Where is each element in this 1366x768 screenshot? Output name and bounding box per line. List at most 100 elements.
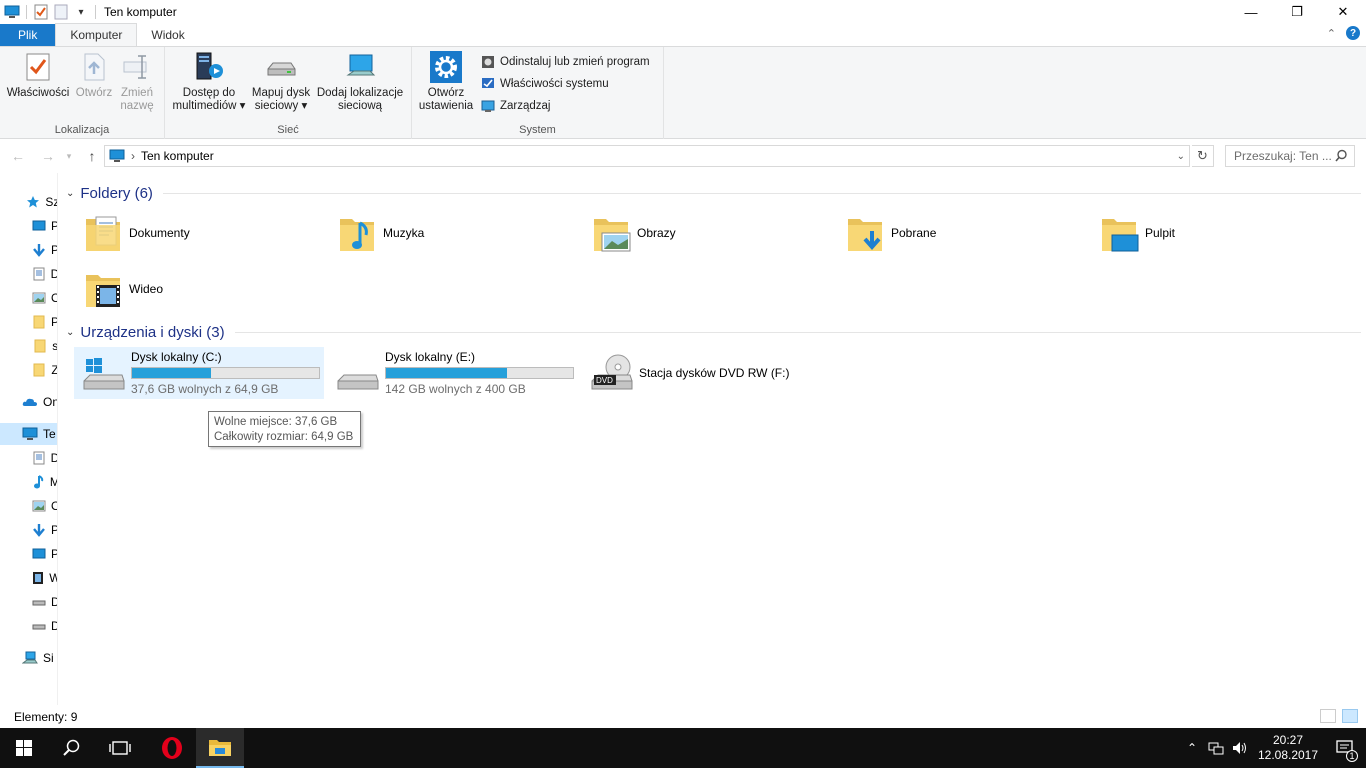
- folders-section-header[interactable]: ⌄ Foldery (6): [66, 183, 1361, 203]
- folder-item-music[interactable]: Muzyka: [338, 209, 578, 257]
- volume-icon[interactable]: [1228, 741, 1252, 755]
- sidebar-item[interactable]: O: [0, 495, 57, 517]
- properties-quick-icon[interactable]: [31, 2, 51, 22]
- manage-button[interactable]: Zarządzaj: [480, 97, 551, 115]
- star-icon: [26, 194, 40, 210]
- address-field[interactable]: › Ten komputer ⌄: [104, 145, 1190, 167]
- windows-drive-icon: [80, 351, 126, 395]
- drive-icon: [32, 594, 46, 610]
- document-icon: [32, 266, 46, 282]
- search-input[interactable]: Przeszukaj: Ten ...: [1225, 145, 1355, 167]
- computer-icon[interactable]: [2, 2, 22, 22]
- system-properties-button[interactable]: Właściwości systemu: [480, 75, 609, 93]
- minimize-button[interactable]: —: [1228, 0, 1274, 24]
- tab-view[interactable]: Widok: [137, 24, 198, 46]
- sidebar-item-label: P: [51, 523, 57, 537]
- devices-section-header[interactable]: ⌄ Urządzenia i dyski (3): [66, 322, 1361, 342]
- drive-icon: [32, 618, 46, 634]
- clock[interactable]: 20:27 12.08.2017: [1256, 733, 1320, 763]
- sidebar-item-label: D: [51, 267, 57, 281]
- settings-gear-icon: [430, 51, 462, 83]
- open-button[interactable]: Otwórz: [72, 51, 116, 100]
- sidebar-item[interactable]: Si: [0, 647, 57, 669]
- folder-item-videos[interactable]: Wideo: [84, 265, 324, 313]
- sidebar-item[interactable]: M: [0, 471, 57, 493]
- sidebar-item-label: W: [49, 571, 57, 585]
- downloads-folder-icon: [846, 211, 886, 255]
- document-icon: [32, 450, 46, 466]
- details-view-icon[interactable]: [1320, 709, 1336, 723]
- help-icon[interactable]: ?: [1346, 26, 1360, 40]
- toolbar-separator: [95, 5, 96, 19]
- sidebar-item[interactable]: On: [0, 391, 57, 413]
- start-windows-icon[interactable]: [0, 728, 48, 768]
- sidebar-item[interactable]: P: [0, 239, 57, 261]
- maximize-button[interactable]: ❐: [1274, 0, 1320, 24]
- action-center-icon[interactable]: 1: [1324, 728, 1366, 768]
- task-view-icon[interactable]: [96, 728, 144, 768]
- sidebar-item[interactable]: P: [0, 543, 57, 565]
- collapse-chevron-icon[interactable]: ⌄: [66, 188, 74, 199]
- sidebar-item[interactable]: P: [0, 519, 57, 541]
- collapse-ribbon-chevron-icon[interactable]: ⌃: [1327, 27, 1336, 40]
- sidebar-item[interactable]: W: [0, 567, 57, 589]
- sidebar-item-label: O: [51, 499, 57, 513]
- sidebar-item[interactable]: O: [0, 287, 57, 309]
- sidebar-item[interactable]: D: [0, 447, 57, 469]
- media-access-button[interactable]: Dostęp do multimediów ▾: [169, 51, 249, 113]
- network-icon[interactable]: [1204, 741, 1228, 755]
- sidebar-item[interactable]: Z: [0, 359, 58, 381]
- computer-icon: [22, 426, 38, 442]
- up-arrow-icon[interactable]: ↑: [82, 147, 102, 165]
- pictures-icon: [32, 498, 46, 514]
- sidebar-item[interactable]: D: [0, 615, 57, 637]
- search-icon[interactable]: [48, 728, 96, 768]
- add-network-location-button[interactable]: Dodaj lokalizacje sieciową: [315, 51, 405, 113]
- sidebar-item[interactable]: s: [0, 335, 57, 357]
- file-explorer-icon[interactable]: [196, 728, 244, 768]
- new-folder-quick-icon[interactable]: [51, 2, 71, 22]
- sidebar-item[interactable]: Sz: [0, 191, 57, 213]
- tab-file[interactable]: Plik: [0, 24, 56, 46]
- folder-item-documents[interactable]: Dokumenty: [84, 209, 324, 257]
- map-network-drive-button[interactable]: Mapuj dysk sieciowy ▾: [249, 51, 313, 113]
- breadcrumb-this-pc[interactable]: Ten komputer: [141, 149, 214, 163]
- close-button[interactable]: ✕: [1320, 0, 1366, 24]
- sidebar-item[interactable]: Te: [0, 423, 57, 445]
- breadcrumb-chevron-icon[interactable]: ›: [131, 149, 135, 163]
- sidebar-item-label: D: [51, 451, 57, 465]
- properties-button[interactable]: Właściwości: [6, 51, 70, 100]
- back-arrow-icon[interactable]: ←: [8, 147, 28, 165]
- collapse-chevron-icon[interactable]: ⌄: [66, 327, 74, 338]
- folder-item-downloads[interactable]: Pobrane: [846, 209, 1086, 257]
- folder-item-pictures[interactable]: Obrazy: [592, 209, 832, 257]
- opera-icon[interactable]: [148, 728, 196, 768]
- folder-item-desktop[interactable]: Pulpit: [1100, 209, 1340, 257]
- address-dropdown-chevron-icon[interactable]: ⌄: [1177, 151, 1185, 162]
- sidebar-item-label: Z: [51, 363, 58, 377]
- folder-icon: [32, 362, 46, 378]
- window-controls: — ❐ ✕: [1228, 0, 1366, 24]
- sidebar-item[interactable]: D: [0, 591, 57, 613]
- sidebar-item[interactable]: D: [0, 263, 57, 285]
- sidebar-item[interactable]: P: [0, 311, 57, 333]
- open-settings-button[interactable]: Otwórz ustawienia: [416, 51, 476, 113]
- drive-item-e[interactable]: Dysk lokalny (E:) 142 GB wolnych z 400 G…: [328, 347, 578, 399]
- tiles-view-icon[interactable]: [1342, 709, 1358, 723]
- refresh-icon[interactable]: ↻: [1192, 145, 1214, 167]
- forward-arrow-icon[interactable]: →: [38, 147, 58, 165]
- view-switcher: [1320, 709, 1358, 723]
- uninstall-program-button[interactable]: Odinstaluj lub zmień program: [480, 53, 650, 71]
- tab-computer[interactable]: Komputer: [55, 23, 138, 46]
- show-hidden-icons-chevron-icon[interactable]: ⌃: [1180, 741, 1204, 755]
- drive-item-c[interactable]: Dysk lokalny (C:) 37,6 GB wolnych z 64,9…: [74, 347, 324, 399]
- drive-item-f[interactable]: DVD Stacja dysków DVD RW (F:): [582, 347, 832, 399]
- notification-count-badge: 1: [1346, 750, 1358, 762]
- customize-toolbar-chevron-icon[interactable]: ▾: [71, 2, 91, 22]
- sidebar-item[interactable]: P: [0, 215, 57, 237]
- rename-button[interactable]: Zmień nazwę: [118, 51, 156, 113]
- sidebar-item-label: M: [50, 475, 57, 489]
- title-bar: ▾ Ten komputer — ❐ ✕: [0, 0, 1366, 24]
- sidebar-item-label: D: [51, 595, 57, 609]
- recent-locations-chevron-icon[interactable]: ▾: [62, 147, 76, 165]
